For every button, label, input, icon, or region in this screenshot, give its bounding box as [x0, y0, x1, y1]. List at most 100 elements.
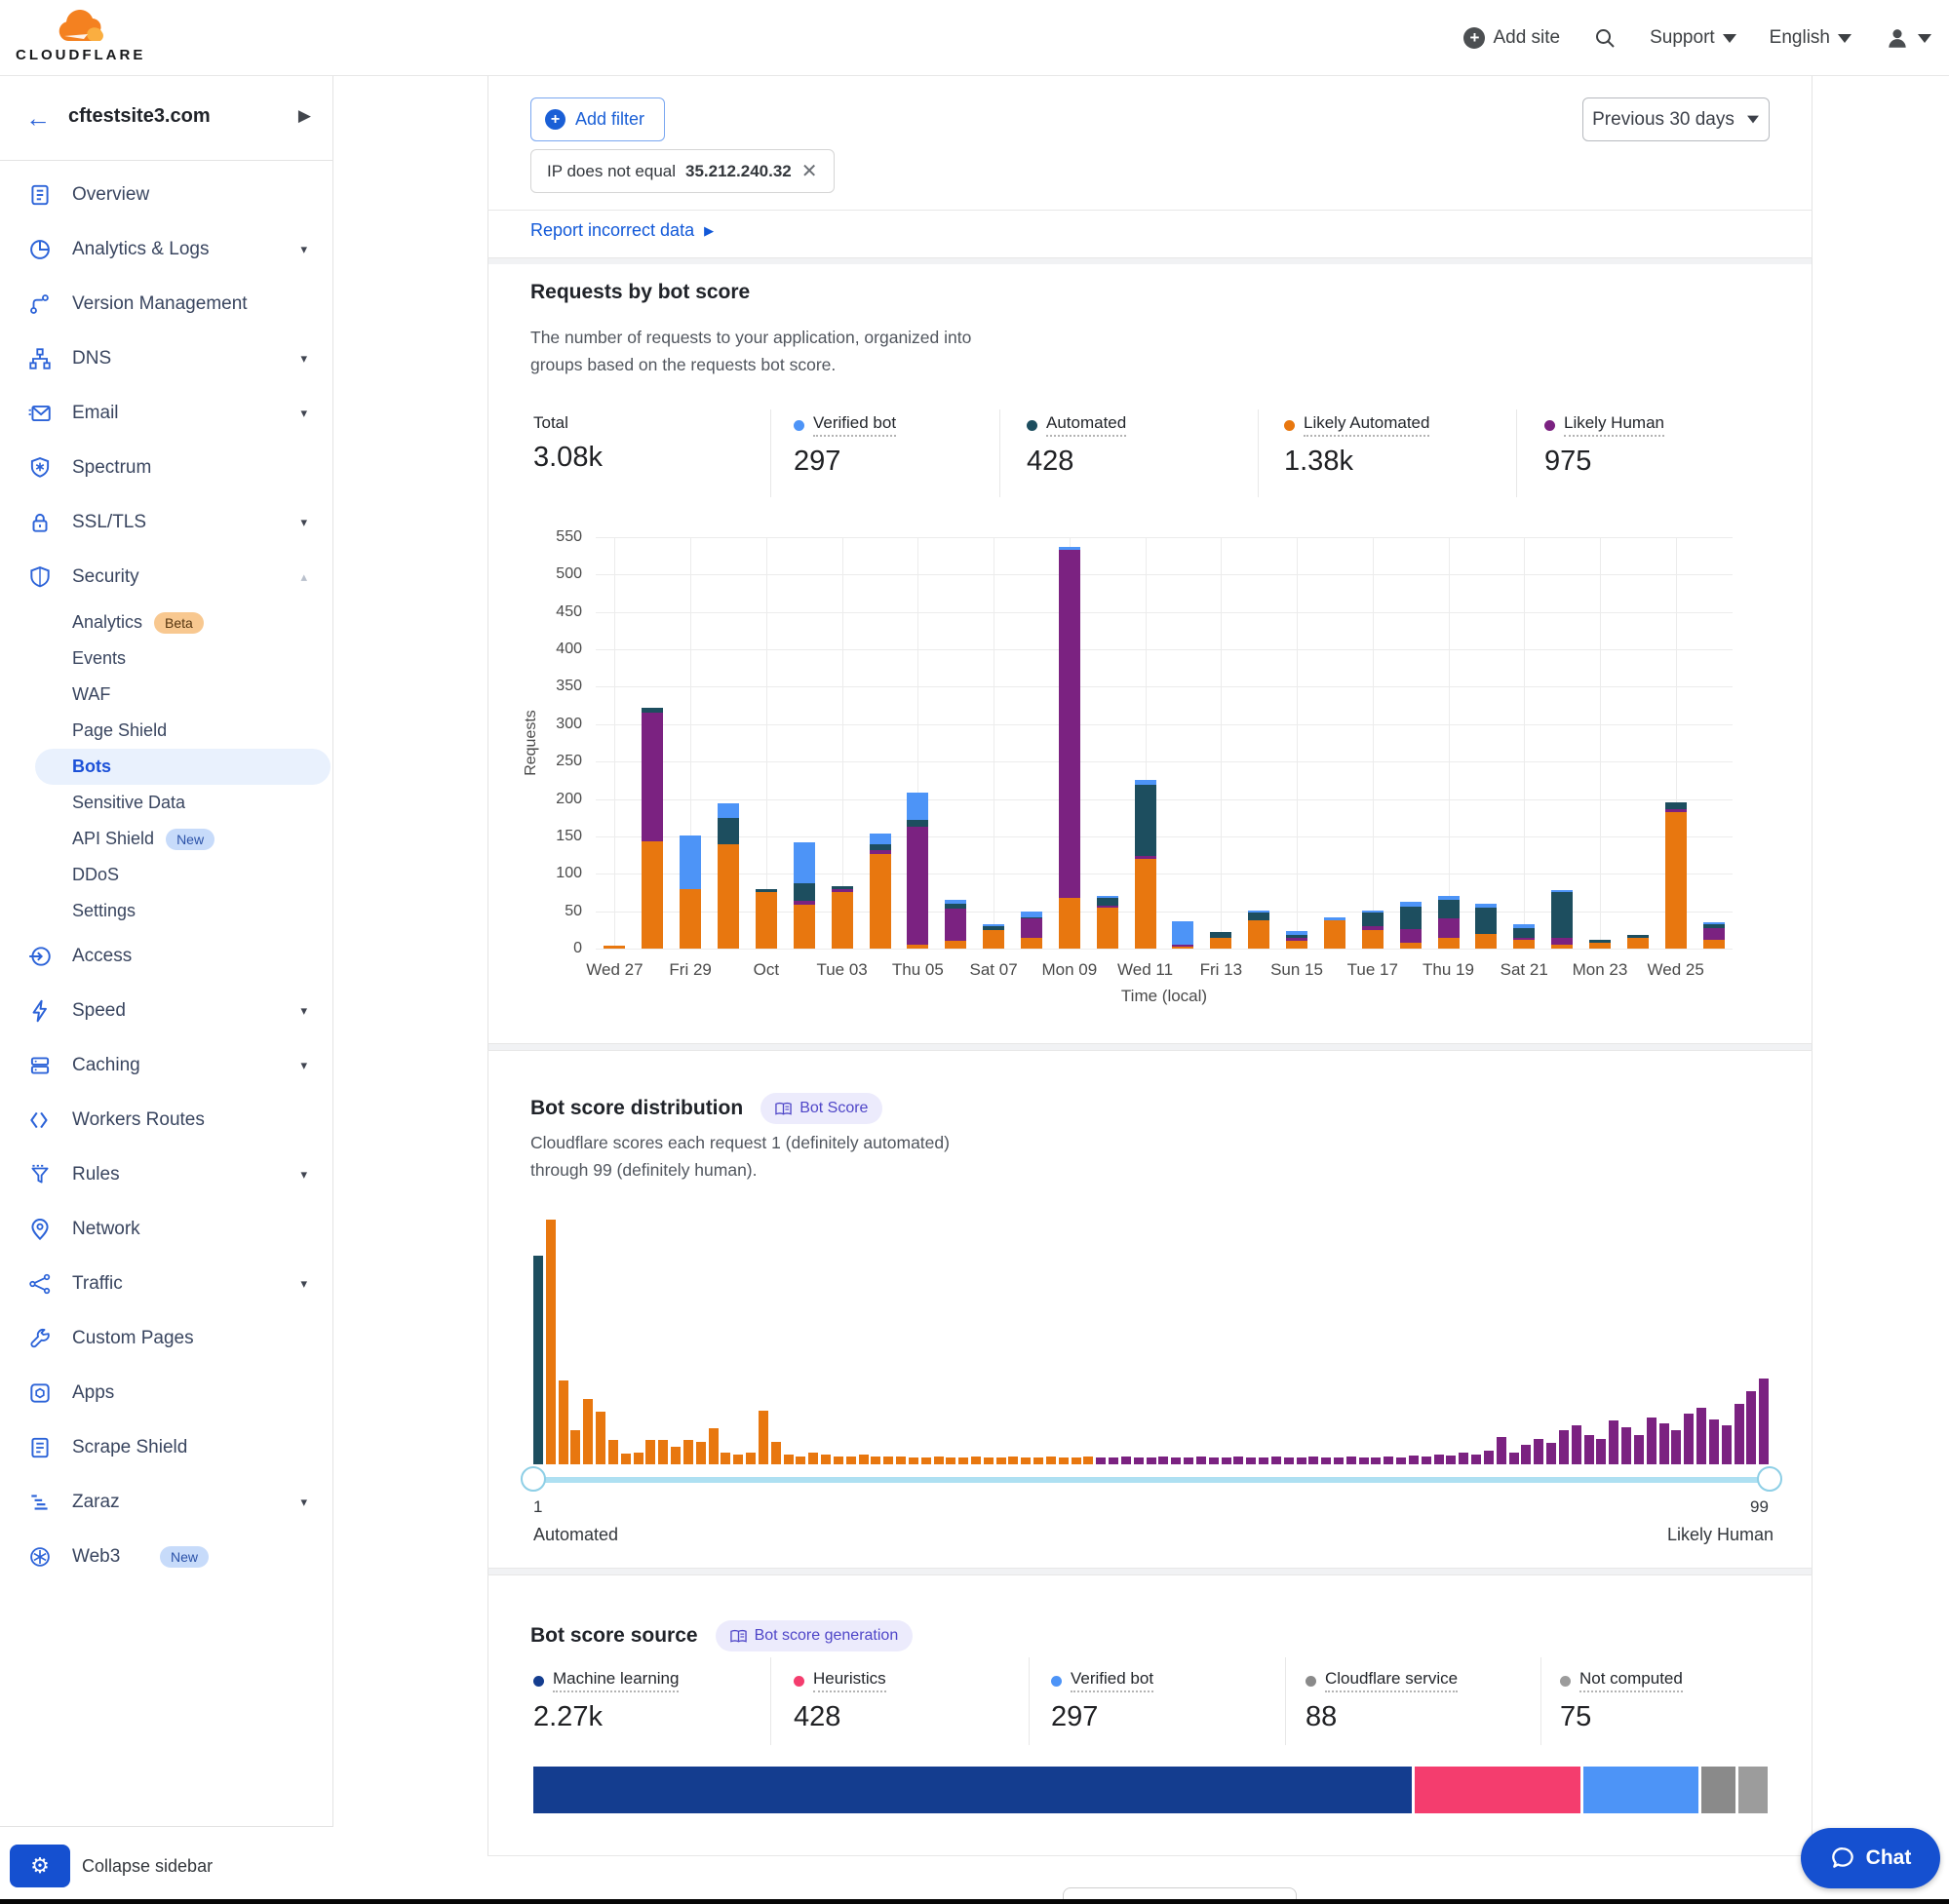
sidebar-subitem-label: WAF	[72, 684, 110, 705]
account-menu[interactable]	[1885, 25, 1931, 51]
stat-label: Verified bot	[1071, 1669, 1153, 1692]
sidebar-subitem-analytics[interactable]: AnalyticsBeta	[0, 604, 332, 641]
collapse-sidebar-label[interactable]: Collapse sidebar	[82, 1856, 213, 1877]
bar-segment-automated	[983, 926, 1004, 930]
gridline	[1297, 537, 1298, 949]
bar-segment-likely-automated	[1665, 812, 1687, 949]
bot-score-badge[interactable]: Bot Score	[760, 1093, 882, 1124]
sidebar-subitem-waf[interactable]: WAF	[0, 677, 332, 713]
histogram-bar	[683, 1440, 693, 1464]
sidebar-subitem-api-shield[interactable]: API ShieldNew	[0, 821, 332, 857]
search-button[interactable]	[1593, 26, 1617, 50]
score-range-slider[interactable]	[533, 1477, 1770, 1483]
gridline	[766, 537, 767, 949]
bar-segment-automated	[1210, 932, 1231, 937]
sidebar-item-access[interactable]: Access	[0, 929, 332, 984]
report-incorrect-data-link[interactable]: Report incorrect data ▶	[530, 220, 714, 241]
chevron-down-icon: ▾	[300, 1495, 307, 1510]
sidebar-item-ssl-tls[interactable]: SSL/TLS▾	[0, 495, 332, 550]
sidebar-item-apps[interactable]: Apps	[0, 1366, 332, 1420]
sidebar-subitem-label: Events	[72, 648, 126, 669]
chevron-down-icon: ▾	[300, 242, 307, 257]
histogram-bar	[733, 1455, 743, 1464]
search-icon	[1593, 26, 1617, 50]
slider-handle-min[interactable]	[521, 1466, 546, 1492]
sidebar-subitem-sensitive-data[interactable]: Sensitive Data	[0, 785, 332, 821]
bar-segment-verified-bot	[680, 835, 701, 889]
chevron-right-icon[interactable]: ▶	[298, 106, 311, 126]
stat-label: Verified bot	[813, 413, 896, 437]
stat-label: Not computed	[1579, 1669, 1683, 1692]
sidebar-item-rules[interactable]: Rules▾	[0, 1147, 332, 1202]
x-axis-label: Time (local)	[596, 987, 1733, 1006]
security-icon	[27, 564, 53, 590]
add-filter-button[interactable]: + Add filter	[530, 97, 665, 141]
stat-label: Automated	[1046, 413, 1126, 437]
bot-score-generation-badge[interactable]: Bot score generation	[716, 1620, 914, 1651]
chat-button[interactable]: Chat	[1801, 1828, 1940, 1888]
bar-segment-likely-automated	[907, 945, 928, 949]
sidebar-item-zaraz[interactable]: Zaraz▾	[0, 1475, 332, 1530]
chevron-down-icon: ▾	[300, 1276, 307, 1292]
back-arrow-icon[interactable]: ←	[25, 103, 51, 134]
histogram-bar	[1609, 1420, 1618, 1464]
sidebar-item-dns[interactable]: DNS▾	[0, 331, 332, 386]
y-tick-label: 250	[556, 753, 582, 770]
sidebar-subitem-page-shield[interactable]: Page Shield	[0, 713, 332, 749]
sidebar-item-scrape-shield[interactable]: Scrape Shield	[0, 1420, 332, 1475]
sidebar-item-security[interactable]: Security▴	[0, 550, 332, 604]
x-tick-label: Thu 05	[874, 960, 961, 980]
bar-segment-verified-bot	[1475, 904, 1497, 908]
bar-segment-automated	[1438, 900, 1460, 918]
sidebar-item-speed[interactable]: Speed▾	[0, 984, 332, 1038]
histogram-bar	[559, 1380, 568, 1464]
sidebar-item-network[interactable]: Network	[0, 1202, 332, 1257]
bar-segment-likely-automated	[1475, 934, 1497, 949]
histogram-bar	[1396, 1457, 1406, 1464]
sidebar-item-workers-routes[interactable]: Workers Routes	[0, 1093, 332, 1147]
histogram-bar	[1572, 1425, 1581, 1464]
bar-segment-likely-human	[642, 713, 663, 841]
sidebar-item-spectrum[interactable]: Spectrum	[0, 441, 332, 495]
sidebar-item-traffic[interactable]: Traffic▾	[0, 1257, 332, 1311]
source-bar-segment-cloudflare-service	[1701, 1767, 1735, 1813]
histogram-bar	[1621, 1427, 1631, 1464]
bar-segment-likely-automated	[680, 889, 701, 949]
histogram-bar	[1271, 1457, 1281, 1464]
histogram-bar	[984, 1457, 994, 1464]
y-tick-label: 100	[556, 865, 582, 882]
y-tick-label: 300	[556, 716, 582, 733]
sidebar-item-overview[interactable]: Overview	[0, 168, 332, 222]
site-selector[interactable]: ← cftestsite3.com ▶	[0, 76, 332, 161]
bar-segment-automated	[1286, 935, 1307, 937]
close-icon[interactable]: ✕	[801, 159, 818, 183]
traffic-icon	[27, 1271, 53, 1297]
stat-heuristics: Heuristics428	[794, 1669, 886, 1733]
sidebar-subitem-settings[interactable]: Settings	[0, 893, 332, 929]
support-menu[interactable]: Support	[1650, 27, 1736, 49]
language-menu[interactable]: English	[1770, 27, 1852, 49]
sidebar-item-web3[interactable]: Web3New	[0, 1530, 332, 1584]
add-site-button[interactable]: + Add site	[1463, 27, 1560, 49]
sidebar-item-version-management[interactable]: Version Management	[0, 277, 332, 331]
sidebar-item-email[interactable]: Email▾	[0, 386, 332, 441]
histogram-bar	[658, 1440, 668, 1464]
histogram-bar	[721, 1453, 730, 1464]
dns-icon	[27, 346, 53, 371]
sidebar-subitem-events[interactable]: Events	[0, 641, 332, 677]
sidebar-subitem-ddos[interactable]: DDoS	[0, 857, 332, 893]
histogram-bar	[634, 1453, 643, 1464]
sidebar-subitem-bots[interactable]: Bots	[0, 749, 332, 785]
sidebar-item-custom-pages[interactable]: Custom Pages	[0, 1311, 332, 1366]
date-range-dropdown[interactable]: Previous 30 days	[1582, 97, 1770, 141]
bar-segment-likely-automated	[604, 946, 625, 949]
histogram-bar	[1134, 1457, 1144, 1464]
bar-segment-likely-human	[870, 850, 891, 854]
sidebar-item-caching[interactable]: Caching▾	[0, 1038, 332, 1093]
histogram-bar	[1233, 1457, 1243, 1464]
book-icon	[730, 1629, 747, 1644]
slider-handle-max[interactable]	[1757, 1466, 1782, 1492]
bar-segment-automated	[870, 844, 891, 850]
settings-gear-button[interactable]: ⚙	[10, 1845, 70, 1887]
sidebar-item-analytics-logs[interactable]: Analytics & Logs▾	[0, 222, 332, 277]
